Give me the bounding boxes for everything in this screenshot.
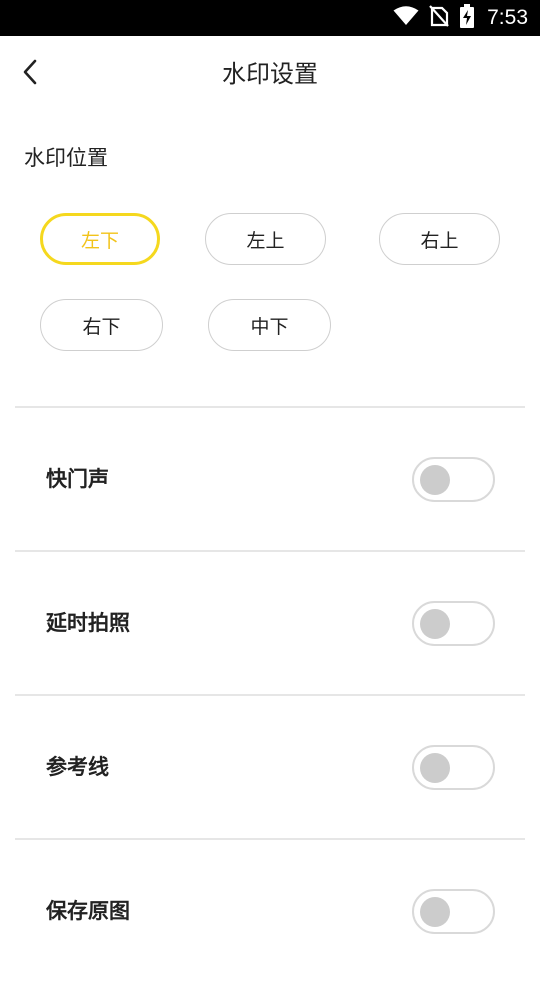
position-option-top-right[interactable]: 右上 — [379, 213, 500, 265]
status-bar: 7:53 — [0, 0, 540, 36]
save-original-toggle[interactable] — [412, 889, 495, 934]
position-option-bottom-center[interactable]: 中下 — [208, 299, 331, 351]
app-bar: 水印设置 — [0, 36, 540, 112]
no-sim-icon — [429, 5, 449, 31]
chevron-left-icon — [20, 58, 40, 90]
back-button[interactable] — [10, 54, 50, 94]
position-option-top-left[interactable]: 左上 — [205, 213, 326, 265]
setting-label-shutter-sound: 快门声 — [46, 467, 109, 491]
status-icons: 7:53 — [393, 0, 528, 36]
toggle-knob — [420, 465, 450, 495]
wifi-icon — [393, 6, 419, 30]
shutter-sound-toggle[interactable] — [412, 457, 495, 502]
toggle-knob — [420, 609, 450, 639]
setting-row-grid-lines: 参考线 — [0, 696, 540, 838]
status-time: 7:53 — [487, 6, 528, 29]
toggle-knob — [420, 753, 450, 783]
grid-lines-toggle[interactable] — [412, 745, 495, 790]
setting-row-save-original: 保存原图 — [0, 840, 540, 982]
timer-toggle[interactable] — [412, 601, 495, 646]
position-option-bottom-left[interactable]: 左下 — [40, 213, 160, 265]
setting-label-save-original: 保存原图 — [46, 899, 130, 923]
position-option-bottom-right[interactable]: 右下 — [40, 299, 163, 351]
setting-row-timer: 延时拍照 — [0, 552, 540, 694]
setting-label-timer: 延时拍照 — [46, 611, 130, 635]
toggle-knob — [420, 897, 450, 927]
page-title: 水印设置 — [222, 60, 318, 88]
watermark-position-label: 水印位置 — [24, 146, 108, 170]
battery-charging-icon — [459, 4, 475, 32]
setting-row-shutter-sound: 快门声 — [0, 408, 540, 550]
setting-label-grid-lines: 参考线 — [46, 755, 109, 779]
